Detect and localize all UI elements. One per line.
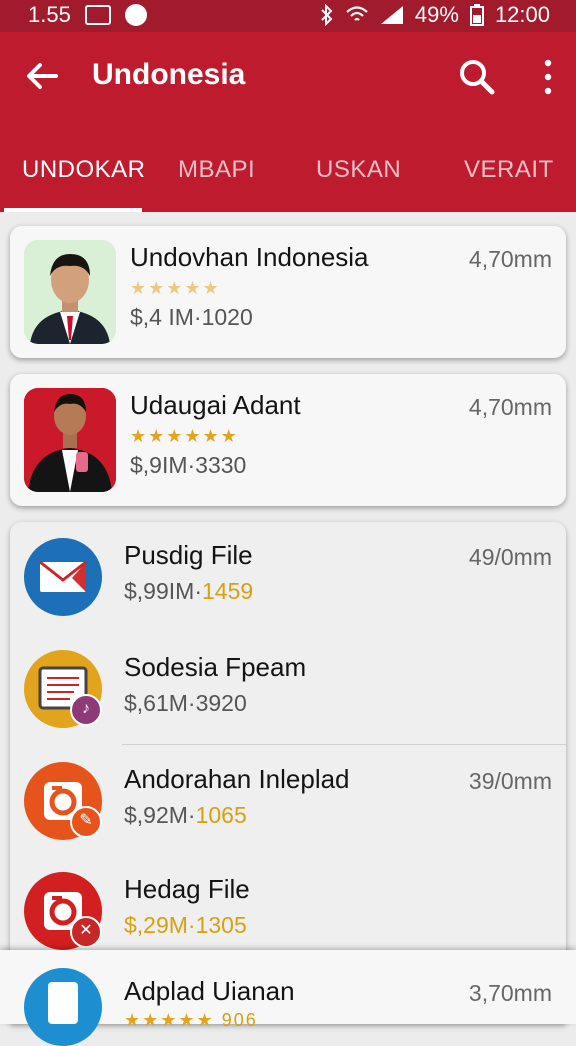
more-options-icon[interactable] bbox=[542, 58, 554, 96]
list-item-partial[interactable]: Adplad Uianan 3,70mm ★★★★★ 906 bbox=[0, 950, 576, 1046]
item-title: Sodesia Fpeam bbox=[124, 652, 307, 682]
rating-stars: ★★★★★★ bbox=[130, 426, 239, 446]
tab-uskan[interactable]: USKAN bbox=[316, 156, 401, 184]
battery-icon bbox=[469, 4, 484, 26]
item-title: Adplad Uianan bbox=[124, 976, 295, 1006]
edit-badge-icon: ✎ bbox=[70, 806, 102, 838]
active-tab-indicator bbox=[4, 208, 142, 212]
bluetooth-icon bbox=[321, 4, 333, 26]
item-meta: $,4 IM·1020 bbox=[130, 304, 253, 330]
list-item[interactable]: ✎ Andorahan Inleplad $,92M·1065 39/0mm bbox=[10, 746, 566, 856]
featured-card-1[interactable]: Undovhan Indonesia ★★★★★ $,4 IM·1020 4,7… bbox=[10, 226, 566, 358]
item-meta: $,99IM·1459 bbox=[124, 578, 254, 604]
item-size: 4,70mm bbox=[468, 246, 552, 272]
tab-verait[interactable]: VERAIT bbox=[464, 156, 554, 184]
tab-mbapi[interactable]: MBAPI bbox=[178, 156, 255, 184]
status-time-left: 1.55 bbox=[28, 2, 71, 27]
message-notification-icon bbox=[124, 4, 147, 26]
avatar bbox=[24, 240, 116, 344]
item-size: 39/0mm bbox=[468, 768, 552, 794]
list-item[interactable]: Pusdig File $,99IM·1459 49/0mm bbox=[10, 522, 566, 632]
page-title: Undonesia bbox=[92, 58, 246, 91]
item-size: 3,70mm bbox=[468, 980, 552, 1006]
item-title: Andorahan Inleplad bbox=[124, 764, 350, 794]
rating-stars: ★★★★★ 906 bbox=[124, 1010, 258, 1030]
tablet-icon bbox=[24, 968, 102, 1046]
tab-bar: UNDOKAR MBAPI USKAN VERAIT bbox=[0, 142, 576, 212]
close-badge-icon: ✕ bbox=[70, 916, 102, 948]
item-meta: $,9IM·3330 bbox=[130, 452, 247, 478]
item-meta: $,61M·3920 bbox=[124, 690, 247, 716]
music-badge-icon: ♪ bbox=[70, 694, 102, 726]
item-meta: $,29M·1305 bbox=[124, 912, 247, 938]
divider bbox=[122, 744, 566, 745]
signal-icon bbox=[380, 6, 403, 24]
item-title: Hedag File bbox=[124, 874, 250, 904]
gallery-notification-icon bbox=[84, 5, 111, 25]
item-size: 49/0mm bbox=[468, 544, 552, 570]
app-bar: Undonesia UNDOKAR MBAPI USKAN VERAIT bbox=[0, 32, 576, 212]
item-title: Udaugai Adant bbox=[130, 390, 301, 420]
mail-icon bbox=[24, 538, 102, 616]
rating-stars: ★★★★★ bbox=[130, 278, 221, 298]
list-item[interactable]: ♪ Sodesia Fpeam $,61M·3920 bbox=[10, 634, 566, 744]
avatar bbox=[24, 388, 116, 492]
item-size: 4,70mm bbox=[468, 394, 552, 420]
item-meta: $,92M·1065 bbox=[124, 802, 247, 828]
battery-percentage: 49% bbox=[414, 2, 459, 27]
item-title: Undovhan Indonesia bbox=[130, 242, 369, 272]
status-bar: 1.55 49% 12:00 bbox=[0, 0, 576, 32]
back-arrow-icon[interactable] bbox=[22, 56, 62, 96]
item-title: Pusdig File bbox=[124, 540, 253, 570]
app-list: Pusdig File $,99IM·1459 49/0mm ♪ Sodesia… bbox=[10, 522, 566, 1024]
featured-card-2[interactable]: Udaugai Adant ★★★★★★ $,9IM·3330 4,70mm bbox=[10, 374, 566, 506]
status-time-right: 12:00 bbox=[494, 2, 550, 27]
wifi-icon bbox=[346, 6, 368, 21]
tab-undokar[interactable]: UNDOKAR bbox=[22, 156, 146, 184]
search-icon[interactable] bbox=[458, 58, 496, 96]
